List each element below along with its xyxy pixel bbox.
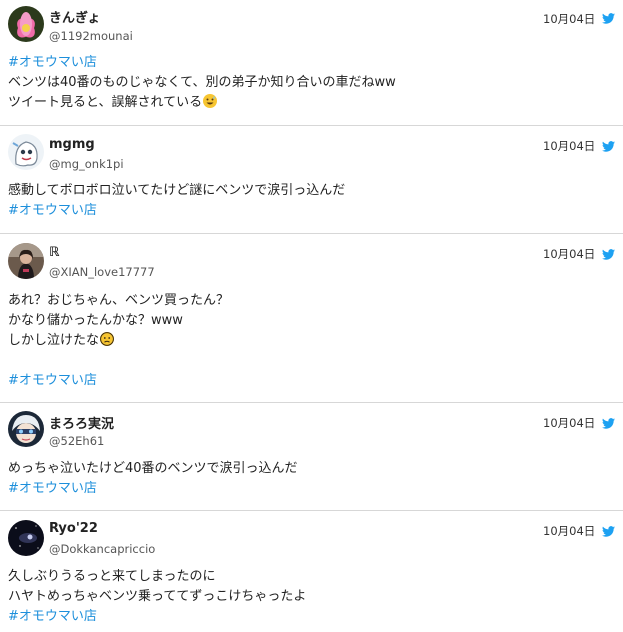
tweet-card[interactable]: Ryo'22 @Dokkancapriccio 10月04日 久しぶりうるっと来… xyxy=(0,510,623,632)
user-name[interactable]: mgmg xyxy=(49,137,95,152)
tweet-card[interactable]: きんぎょ @1192mounai 10月04日 #オモウマい店 ベンツは40番の… xyxy=(0,0,623,126)
grinning-sweat-emoji xyxy=(203,94,218,108)
tweet-date[interactable]: 10月04日 xyxy=(543,246,595,262)
hashtag-link[interactable]: #オモウマい店 xyxy=(8,479,298,499)
tweet-date[interactable]: 10月04日 xyxy=(543,415,595,431)
twitter-bird-icon[interactable] xyxy=(602,418,615,429)
tweet-text: #オモウマい店 ベンツは40番のものじゃなくて、別の弟子か知り合いの車だねww … xyxy=(8,53,396,113)
twitter-bird-icon[interactable] xyxy=(602,526,615,537)
user-name[interactable]: まろろ実況 xyxy=(49,413,114,432)
tweet-text: 感動してボロボロ泣いてたけど謎にベンツで涙引っ込んだ #オモウマい店 xyxy=(8,181,345,221)
tweet-line: かなり儲かったんかな？www xyxy=(8,313,183,328)
user-handle[interactable]: @1192mounai xyxy=(49,29,133,43)
tweet-card[interactable]: まろろ実況 @52Eh61 10月04日 めっちゃ泣いたけど40番のベンツで涙引… xyxy=(0,402,623,511)
tweet-text: 久しぶりうるっと来てしまったのに ハヤトめっちゃベンツ乗っててずっこけちゃったよ… xyxy=(8,567,306,627)
person-photo-avatar[interactable] xyxy=(8,243,44,279)
tweet-line-with-emoji: しかし泣けたな xyxy=(8,331,229,351)
user-handle[interactable]: @Dokkancapriccio xyxy=(49,542,155,556)
user-name[interactable]: きんぎょ xyxy=(49,7,100,26)
twitter-bird-icon[interactable] xyxy=(602,249,615,260)
tweet-line: ツイート見ると、誤解されている xyxy=(8,95,203,110)
twitter-bird-icon[interactable] xyxy=(602,13,615,24)
user-handle[interactable]: @mg_onk1pi xyxy=(49,157,124,171)
tweet-line: ハヤトめっちゃベンツ乗っててずっこけちゃったよ xyxy=(8,589,307,604)
lotus-flower-avatar[interactable] xyxy=(8,6,44,42)
hashtag-link[interactable]: #オモウマい店 xyxy=(8,371,229,391)
hashtag-link[interactable]: #オモウマい店 xyxy=(8,201,345,221)
tweet-card[interactable]: ℝ @XIAN_love17777 10月04日 あれ？おじちゃん、ベンツ買った… xyxy=(0,233,623,403)
tweet-date[interactable]: 10月04日 xyxy=(543,523,595,539)
tweet-line: 久しぶりうるっと来てしまったのに xyxy=(8,569,216,584)
white-ghost-character-avatar[interactable] xyxy=(8,134,44,170)
user-name[interactable]: ℝ xyxy=(49,245,59,260)
tweet-date[interactable]: 10月04日 xyxy=(543,11,595,27)
user-handle[interactable]: @XIAN_love17777 xyxy=(49,265,155,279)
user-handle[interactable]: @52Eh61 xyxy=(49,434,104,448)
sad-face-emoji xyxy=(100,332,115,346)
tweet-line: しかし泣けたな xyxy=(8,333,100,348)
tweet-date[interactable]: 10月04日 xyxy=(543,138,595,154)
tweet-text: あれ？おじちゃん、ベンツ買ったん？ かなり儲かったんかな？www しかし泣けたな… xyxy=(8,291,229,391)
hashtag-link[interactable]: #オモウマい店 xyxy=(8,607,306,627)
tweet-line: ベンツは40番のものじゃなくて、別の弟子か知り合いの車だねww xyxy=(8,75,396,90)
night-sky-avatar[interactable] xyxy=(8,520,44,556)
anime-character-avatar[interactable] xyxy=(8,411,44,447)
user-name[interactable]: Ryo'22 xyxy=(49,521,98,536)
tweet-line-with-emoji: ツイート見ると、誤解されている xyxy=(8,93,396,113)
tweet-text: めっちゃ泣いたけど40番のベンツで涙引っ込んだ #オモウマい店 xyxy=(8,459,298,499)
tweet-line: めっちゃ泣いたけど40番のベンツで涙引っ込んだ xyxy=(8,461,298,476)
twitter-bird-icon[interactable] xyxy=(602,141,615,152)
tweet-card[interactable]: mgmg @mg_onk1pi 10月04日 感動してボロボロ泣いてたけど謎にベ… xyxy=(0,125,623,234)
tweet-feed: きんぎょ @1192mounai 10月04日 #オモウマい店 ベンツは40番の… xyxy=(0,0,623,632)
tweet-line: 感動してボロボロ泣いてたけど謎にベンツで涙引っ込んだ xyxy=(8,183,346,198)
hashtag-link[interactable]: #オモウマい店 xyxy=(8,53,396,73)
tweet-line: あれ？おじちゃん、ベンツ買ったん？ xyxy=(8,293,230,308)
